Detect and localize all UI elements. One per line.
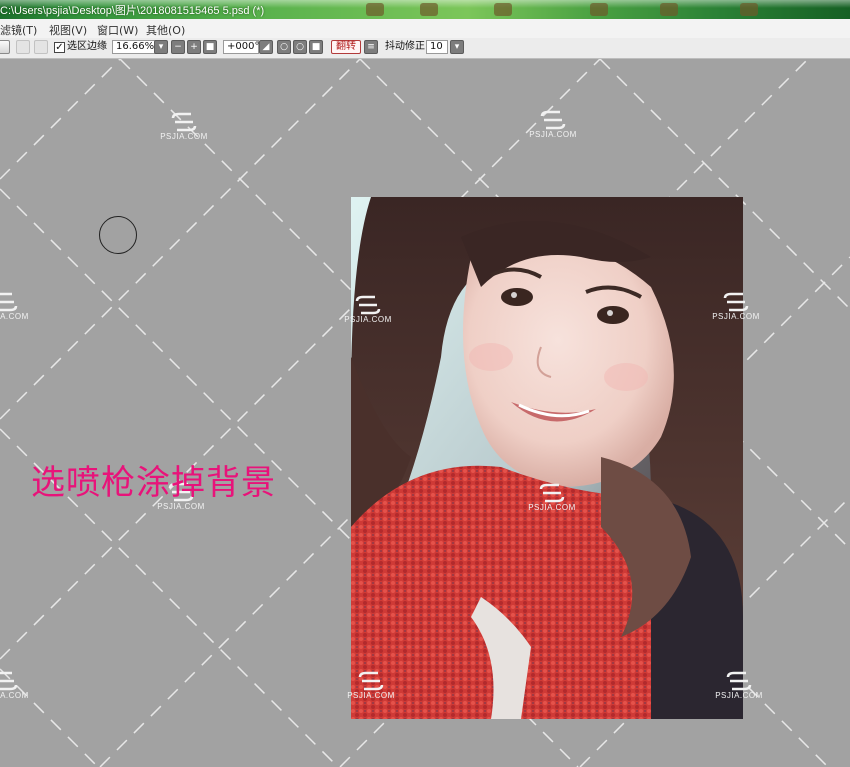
watermark: PSJIA.COM bbox=[341, 671, 401, 701]
watermark-text: PSJIA.COM bbox=[160, 132, 208, 141]
title-bar: C:\Users\psjia\Desktop\图片\2018081515465 … bbox=[0, 0, 850, 19]
rotate-left-button[interactable]: ○ bbox=[277, 40, 291, 54]
watermark: PSJIA.COM bbox=[523, 110, 583, 140]
psjia-logo-icon bbox=[0, 671, 18, 691]
psjia-logo-icon bbox=[0, 292, 18, 312]
psjia-logo-icon bbox=[726, 671, 752, 691]
brush-cursor bbox=[99, 216, 137, 254]
canvas-area[interactable]: PSJIA.COM PSJIA.COM PSJIA.COM PSJIA.COM … bbox=[0, 59, 850, 767]
watermark: PSJIA.COM bbox=[0, 292, 35, 322]
menu-bar: 滤镜(T) 视图(V) 窗口(W) 其他(O) bbox=[0, 19, 850, 39]
psjia-logo-icon bbox=[171, 112, 197, 132]
zoom-field[interactable]: 16.66% bbox=[112, 40, 156, 54]
menu-view[interactable]: 视图(V) bbox=[49, 22, 87, 38]
flip-button[interactable]: 翻转 bbox=[331, 40, 361, 54]
desktop-icon-blur bbox=[740, 3, 758, 16]
zoom-in-button[interactable]: + bbox=[187, 40, 201, 54]
menu-other[interactable]: 其他(O) bbox=[146, 22, 185, 38]
portrait-image bbox=[351, 197, 743, 719]
zoom-out-button[interactable]: − bbox=[171, 40, 185, 54]
rotate-right-button[interactable]: ○ bbox=[293, 40, 307, 54]
stabilizer-field[interactable]: 10 bbox=[426, 40, 448, 54]
psjia-logo-icon bbox=[723, 292, 749, 312]
desktop-icon-blur bbox=[590, 3, 608, 16]
stabilizer-label: 抖动修正 bbox=[385, 41, 425, 52]
window-title: C:\Users\psjia\Desktop\图片\2018081515465 … bbox=[0, 5, 265, 17]
desktop-icon-blur bbox=[366, 3, 384, 16]
rotation-dropdown-button[interactable]: ◢ bbox=[259, 40, 273, 54]
psjia-logo-icon bbox=[540, 110, 566, 130]
watermark: PSJIA.COM bbox=[709, 671, 769, 701]
tool-options-bar: ✓ 选区边缘 16.66% ▾ − + ■ +000° ◢ ○ ○ ■ 翻转 ≡… bbox=[0, 38, 850, 59]
rotate-reset-button[interactable]: ■ bbox=[309, 40, 323, 54]
portrait-photo bbox=[351, 197, 743, 719]
rotation-field[interactable]: +000° bbox=[223, 40, 259, 54]
watermark: PSJIA.COM bbox=[338, 295, 398, 325]
watermark-text: PSJIA.COM bbox=[347, 691, 395, 700]
watermark-text: PSJIA.COM bbox=[712, 312, 760, 321]
watermark-text: PSJIA.COM bbox=[0, 312, 29, 321]
zoom-dropdown-button[interactable]: ▾ bbox=[154, 40, 168, 54]
psjia-logo-icon bbox=[355, 295, 381, 315]
psjia-logo-icon bbox=[358, 671, 384, 691]
flip-options-button[interactable]: ≡ bbox=[364, 40, 378, 54]
watermark: PSJIA.COM bbox=[154, 112, 214, 142]
menu-window[interactable]: 窗口(W) bbox=[97, 22, 138, 38]
desktop-icon-blur bbox=[420, 3, 438, 16]
watermark-text: PSJIA.COM bbox=[528, 503, 576, 512]
psjia-logo-icon bbox=[539, 483, 565, 503]
tool-option-button-disabled bbox=[16, 40, 30, 54]
instruction-caption: 选喷枪涂掉背景 bbox=[31, 463, 276, 503]
watermark-text: PSJIA.COM bbox=[715, 691, 763, 700]
watermark: PSJIA.COM bbox=[522, 483, 582, 513]
tool-option-button-disabled bbox=[34, 40, 48, 54]
zoom-reset-button[interactable]: ■ bbox=[203, 40, 217, 54]
tool-option-button[interactable] bbox=[0, 40, 10, 54]
watermark-text: PSJIA.COM bbox=[529, 130, 577, 139]
desktop-icon-blur bbox=[494, 3, 512, 16]
watermark-text: PSJIA.COM bbox=[0, 691, 29, 700]
watermark-text: PSJIA.COM bbox=[344, 315, 392, 324]
menu-filter[interactable]: 滤镜(T) bbox=[0, 22, 37, 38]
watermark: PSJIA.COM bbox=[706, 292, 766, 322]
selection-edge-checkbox[interactable]: ✓ bbox=[54, 42, 65, 53]
stabilizer-dropdown-button[interactable]: ▾ bbox=[450, 40, 464, 54]
watermark: PSJIA.COM bbox=[0, 671, 35, 701]
selection-edge-label: 选区边缘 bbox=[67, 41, 107, 52]
desktop-icon-blur bbox=[660, 3, 678, 16]
